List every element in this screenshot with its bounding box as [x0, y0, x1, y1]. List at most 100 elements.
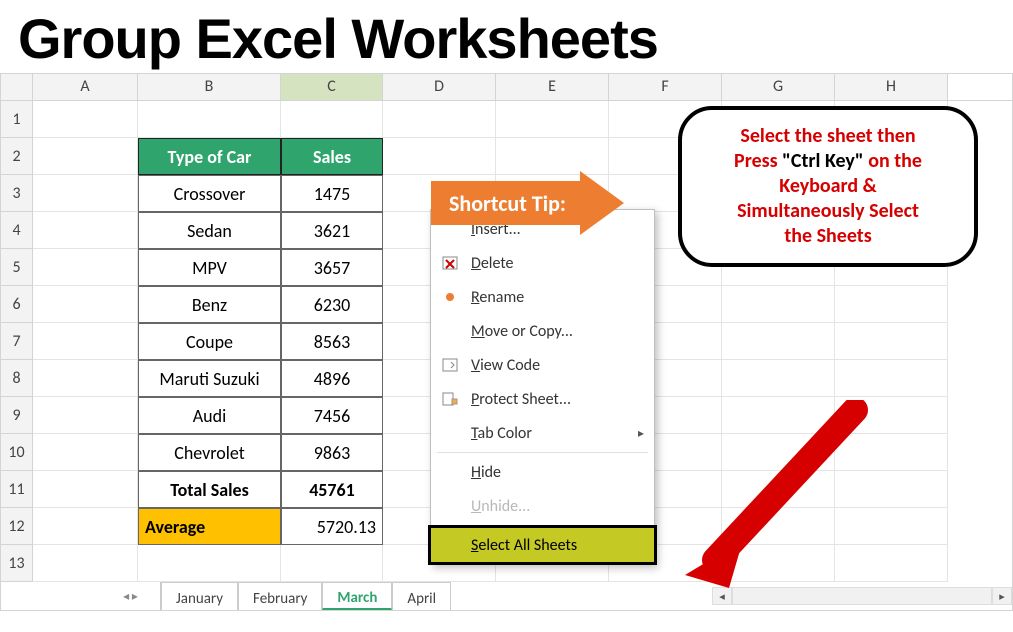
cell[interactable] — [722, 286, 835, 323]
row-header[interactable]: 1 — [1, 101, 33, 138]
sheet-tab-january[interactable]: January — [161, 582, 238, 610]
row-header[interactable]: 2 — [1, 138, 33, 175]
cell-sales[interactable]: 9863 — [281, 434, 383, 471]
sheet-tab-april[interactable]: April — [392, 582, 451, 610]
menu-protect-sheet[interactable]: Protect Sheet... — [431, 382, 654, 416]
select-all-corner[interactable] — [1, 74, 33, 100]
menu-select-all-sheets[interactable]: Select All Sheets — [431, 528, 654, 562]
sheet-tab-march[interactable]: March — [322, 582, 392, 610]
arrow-right-icon — [580, 171, 624, 235]
cell-sales[interactable]: 8563 — [281, 323, 383, 360]
menu-rename[interactable]: Rename — [431, 280, 654, 314]
col-header-F[interactable]: F — [609, 74, 722, 100]
cell[interactable] — [383, 138, 496, 175]
col-header-H[interactable]: H — [835, 74, 948, 100]
cell[interactable] — [722, 360, 835, 397]
cell-sales[interactable]: 4896 — [281, 360, 383, 397]
row-header[interactable]: 4 — [1, 212, 33, 249]
cell[interactable] — [383, 101, 496, 138]
bubble-text: "Ctrl Key" — [782, 149, 864, 173]
menu-label: Rename — [471, 288, 524, 307]
cell[interactable] — [496, 138, 609, 175]
cell[interactable] — [281, 101, 383, 138]
row-header[interactable]: 7 — [1, 323, 33, 360]
cell-type[interactable]: Coupe — [138, 323, 281, 360]
instruction-bubble: Select the sheet then Press "Ctrl Key" o… — [678, 106, 978, 267]
cell[interactable] — [281, 545, 383, 582]
cell[interactable] — [33, 249, 138, 286]
average-label[interactable]: Average — [138, 508, 281, 545]
row-header[interactable]: 3 — [1, 175, 33, 212]
col-header-A[interactable]: A — [33, 74, 138, 100]
cell[interactable] — [835, 286, 948, 323]
row-header[interactable]: 8 — [1, 360, 33, 397]
cell-sales[interactable]: 7456 — [281, 397, 383, 434]
menu-label: Protect Sheet... — [471, 390, 571, 409]
cell[interactable] — [33, 360, 138, 397]
menu-label: Unhide... — [471, 497, 530, 516]
cell[interactable] — [33, 471, 138, 508]
cell[interactable] — [722, 323, 835, 360]
scroll-right-button[interactable]: ▸ — [992, 587, 1012, 605]
cell-type[interactable]: Benz — [138, 286, 281, 323]
cell-sales[interactable]: 1475 — [281, 175, 383, 212]
cell[interactable] — [33, 286, 138, 323]
shortcut-tip-banner: Shortcut Tip: — [431, 171, 624, 235]
red-arrow-icon — [685, 400, 885, 590]
menu-label: Select All Sheets — [471, 536, 577, 555]
col-header-D[interactable]: D — [383, 74, 496, 100]
shortcut-tip-label: Shortcut Tip: — [431, 181, 580, 225]
cell-type[interactable]: Chevrolet — [138, 434, 281, 471]
cell[interactable] — [33, 397, 138, 434]
row-header[interactable]: 11 — [1, 471, 33, 508]
menu-label: View Code — [471, 356, 540, 375]
col-header-G[interactable]: G — [722, 74, 835, 100]
cell-type[interactable]: Crossover — [138, 175, 281, 212]
cell-sales[interactable]: 3657 — [281, 249, 383, 286]
row-header[interactable]: 12 — [1, 508, 33, 545]
cell-type[interactable]: Maruti Suzuki — [138, 360, 281, 397]
menu-unhide: Unhide... — [431, 489, 654, 523]
col-header-C[interactable]: C — [281, 74, 383, 100]
cell-type[interactable]: MPV — [138, 249, 281, 286]
cell-type[interactable]: Sedan — [138, 212, 281, 249]
cell[interactable] — [33, 101, 138, 138]
menu-hide[interactable]: Hide — [431, 455, 654, 489]
table-header-sales[interactable]: Sales — [281, 138, 383, 175]
cell[interactable] — [33, 545, 138, 582]
cell[interactable] — [496, 101, 609, 138]
cell[interactable] — [33, 138, 138, 175]
cell[interactable] — [138, 545, 281, 582]
row-header[interactable]: 9 — [1, 397, 33, 434]
cell[interactable] — [835, 360, 948, 397]
bubble-text: the Sheets — [784, 224, 871, 248]
cell[interactable] — [33, 508, 138, 545]
row-header[interactable]: 5 — [1, 249, 33, 286]
total-sales-label[interactable]: Total Sales — [138, 471, 281, 508]
col-header-E[interactable]: E — [496, 74, 609, 100]
menu-move-copy[interactable]: Move or Copy... — [431, 314, 654, 348]
tab-nav-buttons[interactable]: ◂ ▸ — [101, 582, 161, 610]
cell[interactable] — [33, 175, 138, 212]
menu-view-code[interactable]: View Code — [431, 348, 654, 382]
average-value[interactable]: 5720.13 — [281, 508, 383, 545]
total-sales-value[interactable]: 45761 — [281, 471, 383, 508]
table-header-type[interactable]: Type of Car — [138, 138, 281, 175]
cell[interactable] — [138, 101, 281, 138]
cell[interactable] — [33, 212, 138, 249]
menu-tab-color[interactable]: Tab Color ▸ — [431, 416, 654, 450]
row-header[interactable]: 13 — [1, 545, 33, 582]
row-header[interactable]: 6 — [1, 286, 33, 323]
cell-sales[interactable]: 3621 — [281, 212, 383, 249]
menu-delete[interactable]: Delete — [431, 246, 654, 280]
col-header-B[interactable]: B — [138, 74, 281, 100]
sheet-tab-february[interactable]: February — [238, 582, 322, 610]
cell-sales[interactable]: 6230 — [281, 286, 383, 323]
bubble-text: Select the sheet then — [740, 124, 915, 148]
row-header[interactable]: 10 — [1, 434, 33, 471]
cell-type[interactable]: Audi — [138, 397, 281, 434]
cell[interactable] — [33, 323, 138, 360]
cell[interactable] — [33, 434, 138, 471]
cell[interactable] — [835, 323, 948, 360]
menu-label: Delete — [471, 254, 514, 273]
